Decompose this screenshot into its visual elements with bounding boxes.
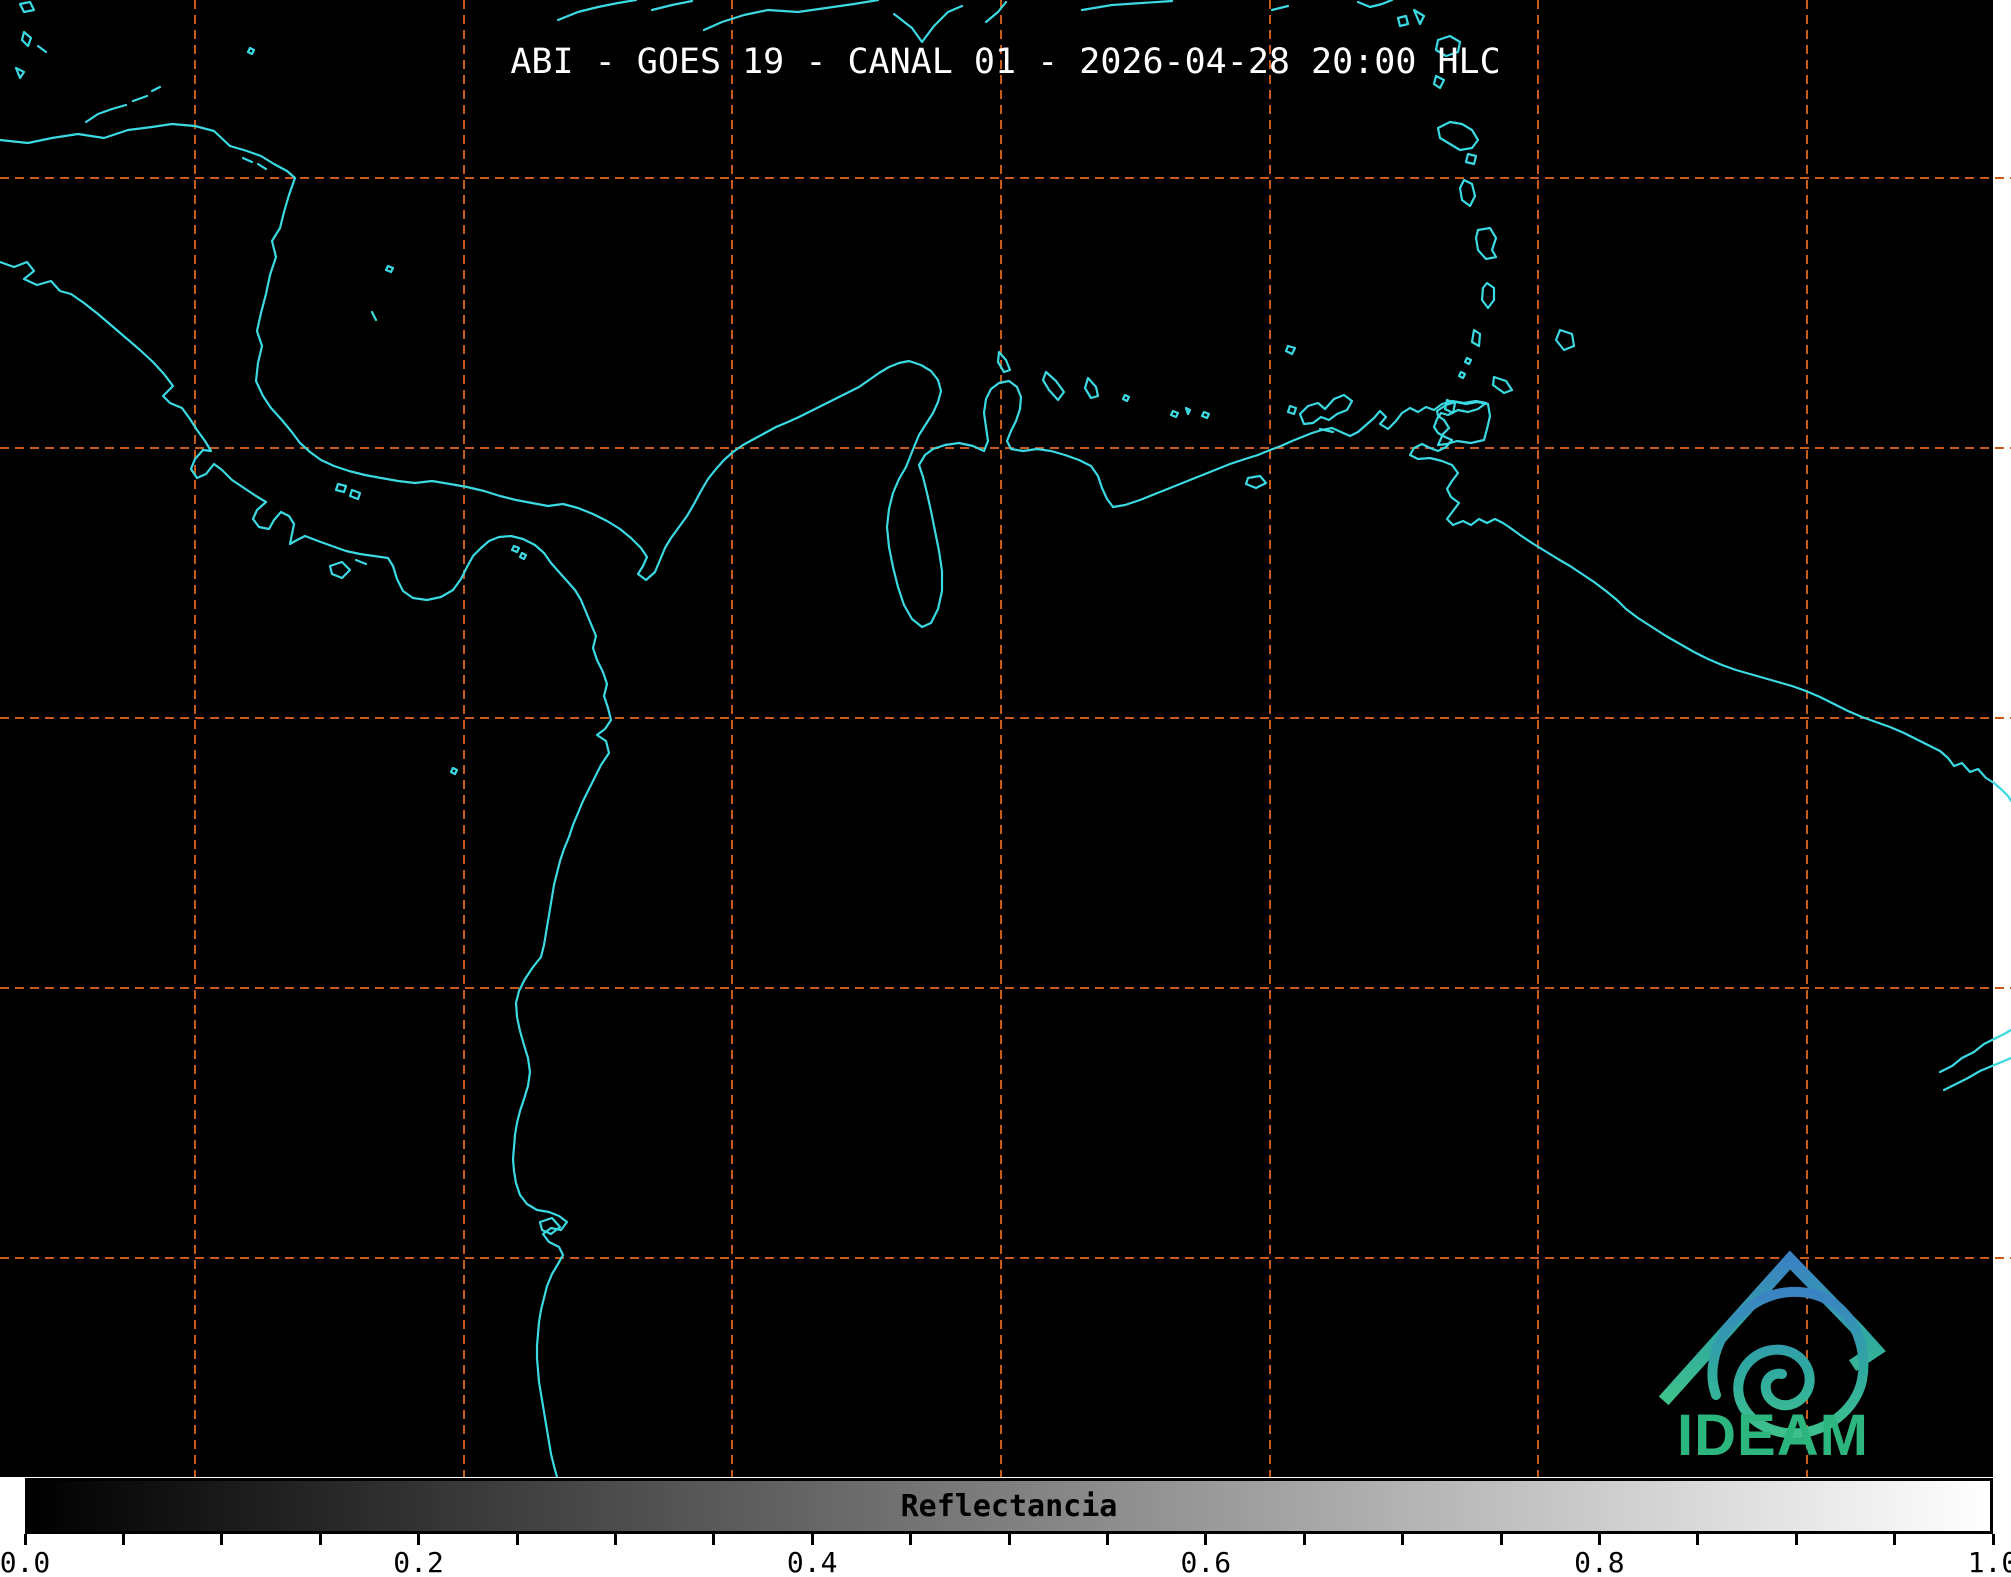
coastline-providencia <box>384 264 395 274</box>
coastline-coiba <box>328 560 352 580</box>
coastline-honduras-islet-1 <box>18 0 36 14</box>
coastline-bocas-islet-2 <box>348 488 362 501</box>
colorbar-tick-label: 1.0 <box>1967 1546 2011 1577</box>
coastline-coche <box>1318 427 1335 434</box>
colorbar-tick <box>613 1534 617 1545</box>
colorbar-tick <box>1893 1534 1897 1545</box>
coastline-jamaica-fragment-2 <box>131 94 149 103</box>
colorbar-tick <box>1401 1534 1405 1545</box>
colorbar-tick-label: 0.2 <box>393 1546 444 1577</box>
coastline-hispaniola-fragment-2 <box>650 0 694 12</box>
colorbar-tick-label: 0.4 <box>786 1546 838 1577</box>
coastline-honduras-islet-4 <box>14 66 26 80</box>
coastline-pearl-island-1 <box>510 544 521 554</box>
coastline-marie-galante <box>1464 152 1478 166</box>
coastline-la-tortuga <box>1244 474 1268 490</box>
colorbar-tick <box>1794 1534 1798 1545</box>
coastline-jamaica-fragment-3 <box>150 85 162 93</box>
coastline-hispaniola-fragment-4 <box>892 4 964 44</box>
coastline-san-andres <box>370 310 378 322</box>
coastline-las-aves <box>1121 393 1131 403</box>
coastline-curacao <box>1041 370 1066 402</box>
coastline-dominica <box>1458 178 1477 208</box>
colorbar-tick-label: 0.8 <box>1574 1546 1625 1577</box>
screen: ABI - GOES 19 - CANAL 01 - 2026-04-28 20… <box>0 0 2011 1577</box>
colorbar-tick <box>1991 1534 1995 1545</box>
coastline-martinique <box>1474 226 1498 261</box>
colorbar-tick <box>810 1534 814 1545</box>
coastline-guadeloupe <box>1436 120 1480 152</box>
coastline-hispaniola-fragment-3 <box>702 0 880 32</box>
colorbar-tick <box>1597 1534 1601 1545</box>
coastline-st-lucia <box>1480 281 1496 310</box>
coastline-bonaire <box>1083 376 1100 400</box>
coastline-grenadine-1 <box>1463 356 1473 366</box>
colorbar-tick-label: 0.0 <box>0 1546 51 1577</box>
colorbar-tick <box>1696 1534 1700 1545</box>
coastline-st-vincent <box>1470 328 1482 348</box>
colorbar-tick <box>712 1534 716 1545</box>
coastline-honduras-islet-2 <box>20 30 33 48</box>
coastline-antilles-islet-2 <box>1412 8 1426 26</box>
coastline-los-roques-1 <box>1169 409 1180 419</box>
ideam-logo-text: IDEAM <box>1677 1403 1869 1468</box>
colorbar-tick <box>1204 1534 1208 1545</box>
colorbar-tick <box>121 1534 125 1545</box>
coastline-jamaica-fragment-1 <box>84 103 128 124</box>
coastline-antilles-top-fragment <box>1356 0 1394 9</box>
coastline-antilles-islet-1 <box>1396 14 1410 28</box>
coastline-pacific-mainland-coast <box>0 260 613 1477</box>
coastline-hispaniola-fragment-1 <box>556 0 638 22</box>
colorbar: Reflectancia <box>25 1478 1993 1534</box>
colorbar-tick <box>23 1534 27 1545</box>
coastline-puna-island <box>538 1216 562 1236</box>
colorbar-tick <box>220 1534 224 1545</box>
colorbar-tick <box>515 1534 519 1545</box>
colorbar-tick <box>417 1534 421 1545</box>
coastline-honduras-islet-3 <box>36 44 48 54</box>
colorbar-tick <box>1105 1534 1109 1545</box>
colorbar-tick <box>909 1534 913 1545</box>
coastline-tobago <box>1491 375 1514 395</box>
coastline-caribbean-mainland-coast <box>0 122 2011 803</box>
colorbar-tick <box>1302 1534 1306 1545</box>
colorbar-tick-label: 0.6 <box>1180 1546 1232 1577</box>
satellite-map: ABI - GOES 19 - CANAL 01 - 2026-04-28 20… <box>0 0 2011 1477</box>
colorbar-label: Reflectancia <box>900 1488 1118 1524</box>
coastline-la-blanquilla <box>1286 404 1298 416</box>
coastline-st-croix <box>1270 4 1290 12</box>
image-title: ABI - GOES 19 - CANAL 01 - 2026-04-28 20… <box>510 42 1501 82</box>
colorbar-tick <box>1499 1534 1503 1545</box>
coastline-los-roques-2 <box>1184 406 1192 416</box>
coastline-aruba <box>996 350 1012 374</box>
coastline-la-orchila <box>1200 410 1211 420</box>
coastline-cebaco <box>354 558 368 566</box>
coastline-pearl-island-2 <box>518 551 528 561</box>
coastline-caratasca-islet-1 <box>241 156 254 164</box>
no-data-strip <box>1993 0 2011 1477</box>
coastline-beata-fragment <box>984 0 1008 24</box>
coastline-los-testigos <box>1284 344 1297 356</box>
coastline-puerto-rico-fragment <box>1080 0 1174 12</box>
coastline-bocas-islet-1 <box>334 482 348 494</box>
coastline-caratasca-islet-2 <box>256 162 268 171</box>
coastline-malpelo <box>449 766 459 776</box>
coastline-swan-island <box>246 46 256 56</box>
coastline-grenadine-2 <box>1457 370 1467 380</box>
colorbar-tick <box>318 1534 322 1545</box>
colorbar-tick <box>1007 1534 1011 1545</box>
coastline-margarita <box>1298 393 1354 426</box>
coastline-barbados <box>1554 328 1576 352</box>
